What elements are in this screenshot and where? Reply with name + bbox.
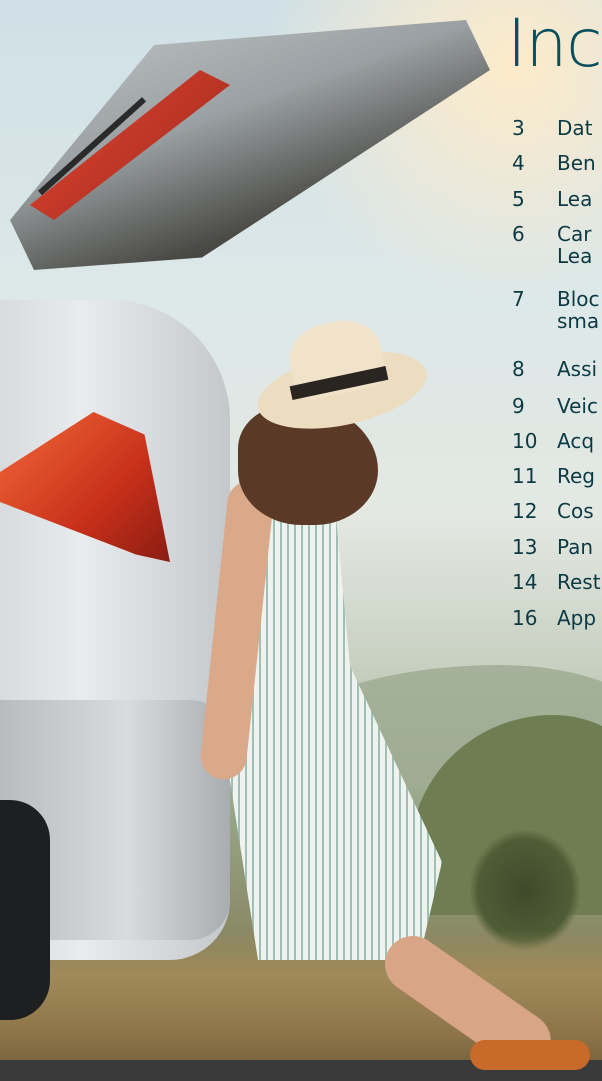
toc-page-number: 5 [512,187,525,211]
toc-entry-label: Bloc sma [557,287,600,333]
toc-page-number: 10 [512,429,538,453]
toc-page-number: 12 [512,499,538,523]
toc-list: 3 Dat 4 Ben 5 Lea 6 Car Lea 7 Bloc sma 8… [0,0,602,1081]
toc-page-number: 14 [512,570,538,594]
toc-entry-label: Acq [557,429,595,453]
toc-page-number: 3 [512,116,525,140]
toc-page-number: 7 [512,287,525,311]
toc-entry-label: Ben [557,151,596,175]
toc-page-number: 9 [512,394,525,418]
toc-entry-label: Car Lea [557,222,593,268]
toc-entry-label: Cos [557,499,594,523]
toc-entry-label: Assi [557,357,598,381]
toc-page-number: 4 [512,151,525,175]
toc-entry-label: Veic [557,394,598,418]
toc-page-number: 8 [512,357,525,381]
toc-entry-label: App [557,606,597,630]
toc-entry-label: Dat [557,116,593,140]
toc-page-number: 6 [512,222,525,246]
toc-entry-label: Reg [557,464,595,488]
toc-page-number: 11 [512,464,538,488]
toc-entry-label: Lea [557,187,593,211]
toc-page-number: 13 [512,535,538,559]
toc-entry-label: Rest [557,570,601,594]
toc-entry-label: Pan [557,535,594,559]
document-page: Inc 3 Dat 4 Ben 5 Lea 6 Car Lea 7 Bloc s… [0,0,602,1081]
toc-page-number: 16 [512,606,538,630]
